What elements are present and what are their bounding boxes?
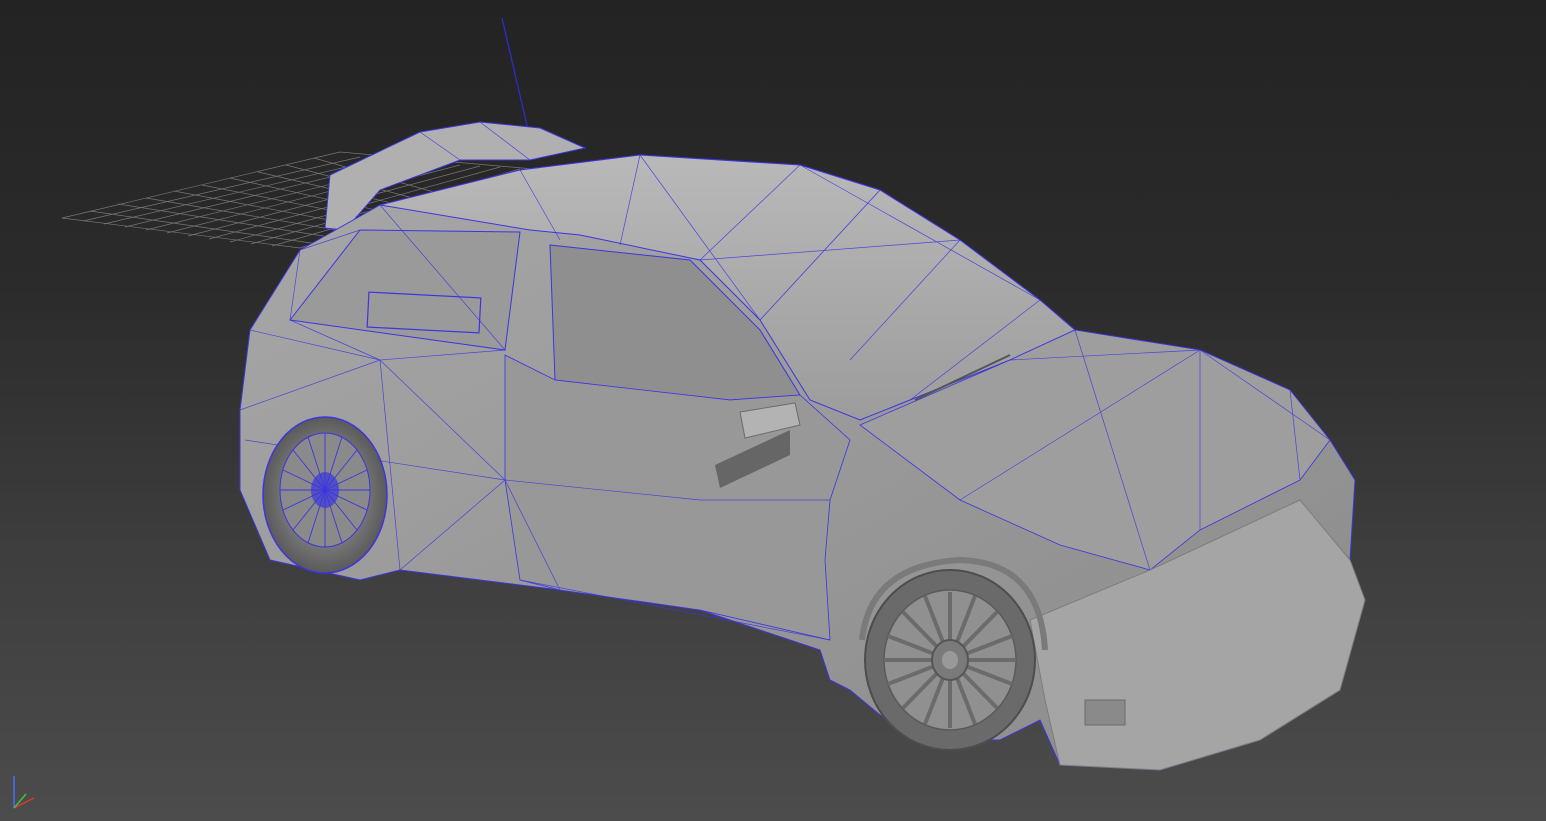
car-model[interactable] — [239, 121, 1366, 771]
y-axis-line — [13, 793, 27, 809]
viewport-scene[interactable] — [0, 0, 1546, 821]
front-wheel — [864, 569, 1036, 751]
fog-light — [1084, 699, 1126, 726]
x-axis-line — [13, 797, 35, 809]
axis-gizmo — [13, 776, 35, 809]
rear-wheel — [262, 416, 388, 574]
3d-viewport[interactable] — [0, 0, 1546, 821]
